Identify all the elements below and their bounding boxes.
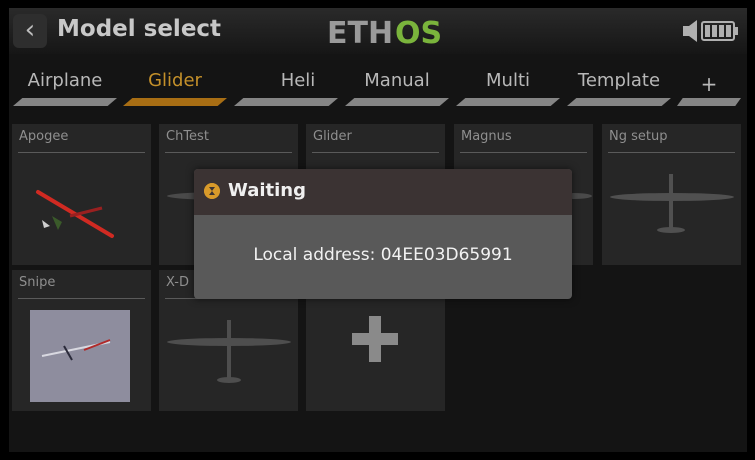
tab-add[interactable]: + bbox=[677, 66, 741, 112]
chevron-left-icon: ‹ bbox=[24, 15, 36, 45]
svg-text:OS: OS bbox=[395, 16, 442, 51]
waiting-dialog: Waiting Local address: 04EE03D65991 bbox=[194, 169, 572, 299]
divider bbox=[608, 152, 735, 153]
tab-underline bbox=[123, 98, 227, 106]
dialog-title: Waiting bbox=[228, 180, 307, 201]
ethos-logo: ETH OS bbox=[327, 16, 442, 51]
tab-airplane[interactable]: Airplane bbox=[13, 66, 117, 112]
tab-underline bbox=[345, 98, 449, 106]
model-name: Magnus bbox=[461, 129, 512, 144]
divider bbox=[18, 298, 145, 299]
tab-label: Glider bbox=[148, 70, 202, 91]
tab-underline bbox=[567, 98, 671, 106]
speaker-icon bbox=[683, 20, 697, 42]
tab-label: + bbox=[700, 72, 718, 96]
divider bbox=[460, 152, 587, 153]
tab-label: Manual bbox=[364, 70, 430, 91]
model-name: Ng setup bbox=[609, 129, 668, 144]
battery-icon bbox=[701, 21, 738, 41]
tab-heli[interactable]: Heli bbox=[234, 66, 338, 112]
tab-glider[interactable]: Glider bbox=[123, 66, 227, 112]
model-card-ng-setup[interactable]: Ng setup bbox=[602, 124, 741, 265]
divider bbox=[165, 152, 292, 153]
dialog-header: Waiting bbox=[194, 169, 572, 215]
model-name: X-D bbox=[166, 275, 189, 290]
tab-label: Template bbox=[577, 70, 661, 91]
tab-label: Heli bbox=[280, 70, 316, 91]
divider bbox=[312, 152, 439, 153]
ethos-screen: ‹ Model select ETH OS Airplane Glider He… bbox=[9, 8, 747, 452]
model-card-snipe[interactable]: Snipe bbox=[12, 270, 151, 411]
tab-underline bbox=[234, 98, 338, 106]
tab-underline bbox=[13, 98, 117, 106]
model-name: Apogee bbox=[19, 129, 69, 144]
snipe-photo-thumbnail bbox=[30, 310, 130, 402]
hourglass-icon bbox=[204, 183, 220, 199]
svg-text:ETH: ETH bbox=[327, 16, 393, 51]
status-icons bbox=[683, 20, 738, 42]
tab-underline bbox=[456, 98, 560, 106]
tab-label: Multi bbox=[486, 70, 530, 91]
tab-underline bbox=[677, 98, 741, 106]
category-tabs: Airplane Glider Heli Manual Multi Templa… bbox=[9, 66, 747, 112]
tab-multi[interactable]: Multi bbox=[456, 66, 560, 112]
back-button[interactable]: ‹ bbox=[13, 14, 47, 48]
glider-silhouette bbox=[167, 320, 291, 383]
glider-red-thumbnail bbox=[36, 190, 114, 238]
header-bar: ‹ Model select ETH OS bbox=[9, 8, 747, 54]
dialog-message: Local address: 04EE03D65991 bbox=[253, 245, 513, 265]
model-name: Glider bbox=[313, 129, 352, 144]
page-title: Model select bbox=[57, 16, 222, 42]
divider bbox=[18, 152, 145, 153]
glider-silhouette bbox=[610, 174, 734, 233]
model-name: Snipe bbox=[19, 275, 56, 290]
tab-template[interactable]: Template bbox=[567, 66, 671, 112]
tab-manual[interactable]: Manual bbox=[345, 66, 449, 112]
tab-label: Airplane bbox=[27, 70, 103, 91]
model-card-apogee[interactable]: Apogee bbox=[12, 124, 151, 265]
model-name: ChTest bbox=[166, 129, 209, 144]
